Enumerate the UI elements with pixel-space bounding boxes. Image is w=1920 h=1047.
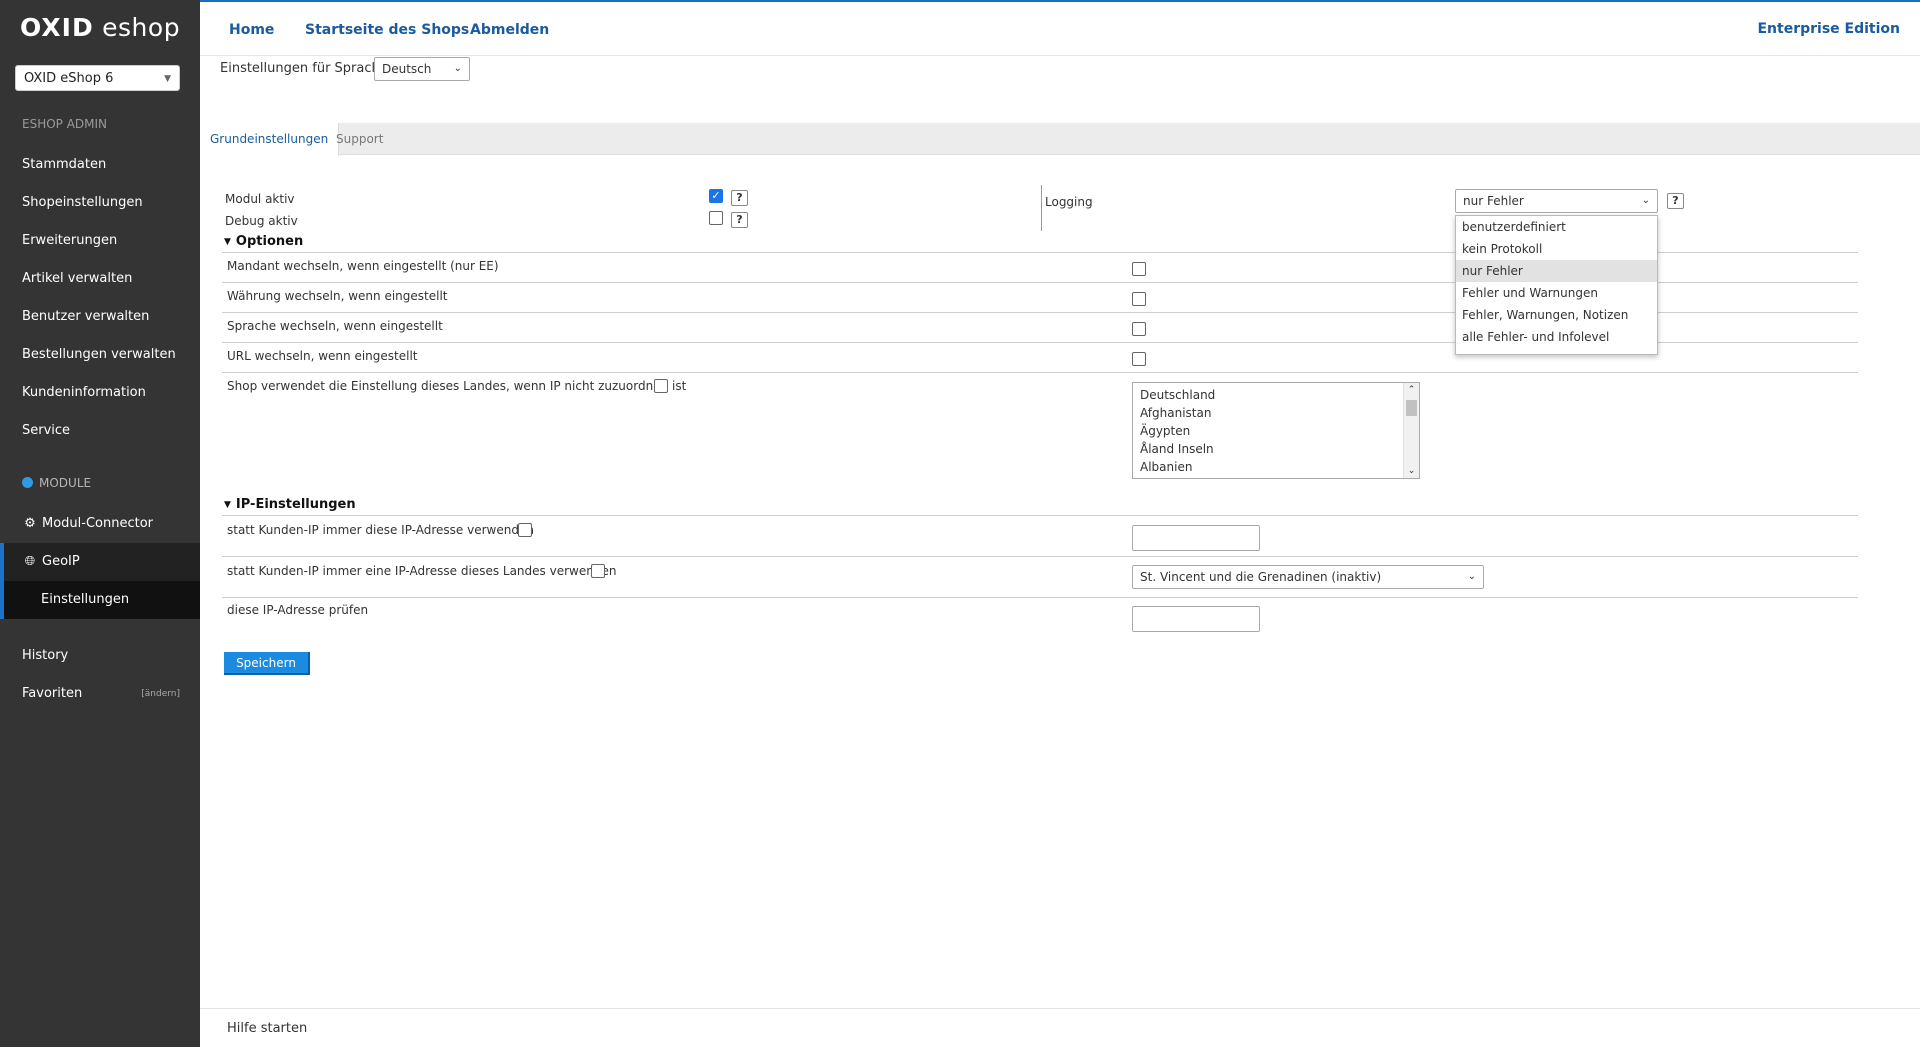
footer: Hilfe starten: [200, 1008, 1920, 1047]
nav-home-link[interactable]: Home: [229, 22, 274, 38]
chevron-down-icon[interactable]: ⌄: [1404, 464, 1419, 478]
sidebar-item-erweiterungen[interactable]: Erweiterungen: [0, 222, 200, 260]
tab-support[interactable]: Support: [326, 123, 393, 155]
ip-check-label: diese IP-Adresse prüfen: [227, 603, 369, 617]
top-navigation: Home Startseite des Shops Abmelden Enter…: [200, 0, 1920, 56]
debug-aktiv-label: Debug aktiv: [225, 214, 298, 228]
ip-check-input[interactable]: [1132, 606, 1260, 632]
oxid-logo[interactable]: OXID eshop: [20, 14, 180, 42]
sidebar-item-history[interactable]: History: [0, 637, 200, 675]
language-select[interactable]: Deutsch ⌄: [374, 57, 470, 81]
chevron-up-icon[interactable]: ⌃: [1404, 383, 1419, 397]
chevron-down-icon: ⌄: [1641, 195, 1650, 206]
sidebar-item-service[interactable]: Service: [0, 412, 200, 450]
globe-icon: 🌐︎: [24, 554, 36, 569]
nav-shop-start-link[interactable]: Startseite des Shops: [305, 22, 469, 38]
country-fallback-label: Shop verwendet die Einstellung dieses La…: [227, 379, 687, 393]
help-start-link[interactable]: Hilfe starten: [227, 1021, 307, 1036]
module-heading: MODULE: [22, 476, 91, 490]
ip-country-checkbox[interactable]: [591, 564, 605, 578]
language-select-value: Deutsch: [382, 62, 432, 76]
country-fallback-checkbox[interactable]: [654, 379, 668, 393]
list-item[interactable]: Ägypten: [1133, 422, 1419, 440]
sidebar-item-stammdaten[interactable]: Stammdaten: [0, 146, 200, 184]
chevron-down-icon: ⌄: [1467, 571, 1476, 582]
logging-option[interactable]: kein Protokoll: [1456, 238, 1657, 260]
caret-down-icon: ▼: [164, 74, 171, 84]
opt-url-checkbox[interactable]: [1132, 352, 1146, 366]
sidebar-item-geoip[interactable]: 🌐︎ GeoIP: [0, 543, 200, 581]
logging-option[interactable]: alle Fehler- und Infolevel: [1456, 326, 1657, 348]
modul-aktiv-help-button[interactable]: ?: [731, 190, 748, 206]
sidebar-item-artikel-verwalten[interactable]: Artikel verwalten: [0, 260, 200, 298]
logging-select[interactable]: nur Fehler ⌄: [1455, 189, 1658, 213]
logging-option-selected[interactable]: nur Fehler: [1456, 260, 1657, 282]
divider: [222, 556, 1858, 557]
sidebar-item-modul-connector[interactable]: ⚙ Modul-Connector: [0, 505, 200, 543]
debug-aktiv-help-button[interactable]: ?: [731, 212, 748, 228]
sidebar-item-benutzer-verwalten[interactable]: Benutzer verwalten: [0, 298, 200, 336]
list-item[interactable]: Deutschland: [1133, 386, 1419, 404]
shop-select[interactable]: OXID eShop 6 ▼: [15, 65, 180, 91]
shop-select-value: OXID eShop 6: [24, 71, 114, 86]
logging-dropdown-list: benutzerdefiniert kein Protokoll nur Feh…: [1455, 215, 1658, 355]
opt-mandant-checkbox[interactable]: [1132, 262, 1146, 276]
opt-sprache-label: Sprache wechseln, wenn eingestellt: [227, 319, 443, 333]
ip-country-select-value: St. Vincent und die Grenadinen (inaktiv): [1140, 570, 1382, 584]
list-item[interactable]: Albanien: [1133, 458, 1419, 476]
module-icon: [22, 477, 33, 488]
edition-label: Enterprise Edition: [1757, 21, 1900, 37]
opt-waehrung-label: Währung wechseln, wenn eingestellt: [227, 289, 448, 303]
sidebar-item-bestellungen-verwalten[interactable]: Bestellungen verwalten: [0, 336, 200, 374]
logging-select-value: nur Fehler: [1463, 194, 1524, 208]
divider: [222, 597, 1858, 598]
sidebar-subitem-einstellungen[interactable]: Einstellungen: [0, 581, 200, 619]
gears-icon: ⚙: [24, 516, 36, 531]
logging-option[interactable]: Fehler und Warnungen: [1456, 282, 1657, 304]
logging-option[interactable]: Fehler, Warnungen, Notizen: [1456, 304, 1657, 326]
ip-section-header[interactable]: ▼ IP-Einstellungen: [224, 497, 356, 512]
ip-fixed-checkbox[interactable]: [518, 523, 532, 537]
opt-mandant-label: Mandant wechseln, wenn eingestellt (nur …: [227, 259, 499, 273]
divider: [222, 515, 1858, 516]
caret-down-icon: ▼: [224, 500, 231, 510]
vertical-divider: [1041, 185, 1042, 231]
logging-help-button[interactable]: ?: [1667, 193, 1684, 209]
favoriten-edit-link[interactable]: [ändern]: [141, 689, 180, 699]
sidebar-item-shopeinstellungen[interactable]: Shopeinstellungen: [0, 184, 200, 222]
ip-fixed-label: statt Kunden-IP immer diese IP-Adresse v…: [227, 523, 534, 537]
language-label: Einstellungen für Sprache: [220, 61, 388, 76]
eshop-admin-heading: ESHOP ADMIN: [22, 117, 108, 131]
ip-country-label: statt Kunden-IP immer eine IP-Adresse di…: [227, 564, 617, 578]
logging-option[interactable]: benutzerdefiniert: [1456, 216, 1657, 238]
scrollbar-thumb[interactable]: [1406, 400, 1417, 416]
list-item[interactable]: Åland Inseln: [1133, 440, 1419, 458]
sidebar: OXID eshop OXID eShop 6 ▼ ESHOP ADMIN St…: [0, 0, 200, 1047]
modul-aktiv-checkbox[interactable]: ✓: [709, 189, 723, 203]
logging-label: Logging: [1045, 195, 1093, 209]
country-listbox[interactable]: Deutschland Afghanistan Ägypten Åland In…: [1132, 382, 1420, 479]
modul-aktiv-label: Modul aktiv: [225, 192, 295, 206]
tab-bar: Grundeinstellungen Support: [200, 123, 1920, 156]
listbox-scrollbar[interactable]: ⌃ ⌄: [1403, 383, 1419, 478]
save-button[interactable]: Speichern: [224, 652, 310, 675]
caret-down-icon: ▼: [224, 237, 231, 247]
debug-aktiv-checkbox[interactable]: [709, 211, 723, 225]
opt-url-label: URL wechseln, wenn eingestellt: [227, 349, 418, 363]
list-item[interactable]: Afghanistan: [1133, 404, 1419, 422]
opt-waehrung-checkbox[interactable]: [1132, 292, 1146, 306]
chevron-down-icon: ⌄: [453, 63, 462, 74]
ip-country-select[interactable]: St. Vincent und die Grenadinen (inaktiv)…: [1132, 565, 1484, 589]
nav-logout-link[interactable]: Abmelden: [470, 22, 549, 38]
optionen-section-header[interactable]: ▼ Optionen: [224, 234, 303, 249]
divider: [222, 372, 1858, 373]
tab-grundeinstellungen[interactable]: Grundeinstellungen: [200, 123, 340, 156]
opt-sprache-checkbox[interactable]: [1132, 322, 1146, 336]
ip-fixed-input[interactable]: [1132, 525, 1260, 551]
sidebar-item-kundeninformation[interactable]: Kundeninformation: [0, 374, 200, 412]
